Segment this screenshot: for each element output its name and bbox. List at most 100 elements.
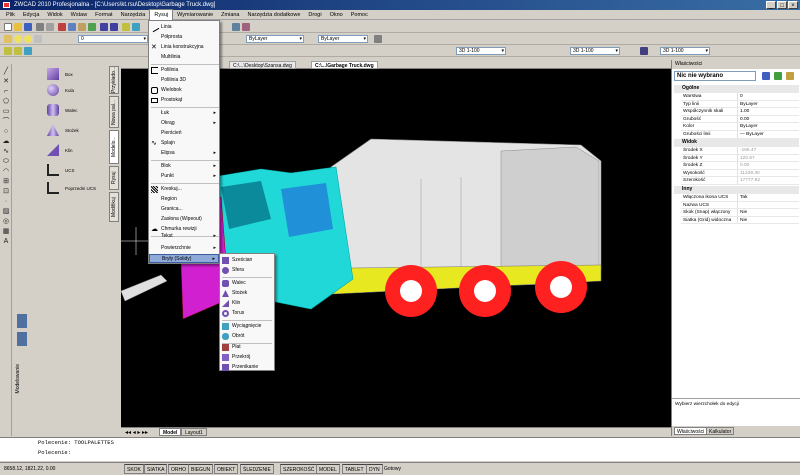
view-front-icon[interactable]	[14, 47, 22, 55]
menu-item-circle[interactable]: Okrąg ▸	[149, 119, 219, 128]
construction-line-icon[interactable]: ✕	[2, 78, 10, 86]
prop-row[interactable]: Wysokość 11239.30	[681, 169, 799, 178]
scale-combo-3[interactable]: 3D 1-100	[660, 47, 710, 55]
mtext-icon[interactable]: A	[2, 238, 10, 246]
menu-item-ray[interactable]: Półprosta	[149, 33, 219, 42]
quick-select-icon[interactable]	[762, 72, 770, 80]
menu-edit[interactable]: Edycja	[19, 10, 44, 20]
dyn-toggle[interactable]: DYN	[366, 464, 383, 474]
menu-item-wedge[interactable]: Klin	[220, 299, 274, 308]
menu-item-hatch[interactable]: Kreskuj...	[149, 185, 219, 194]
polyline-icon[interactable]: ⌐	[2, 88, 10, 96]
menu-item-section[interactable]: Przekrój	[220, 353, 274, 362]
zoom-icon[interactable]	[132, 23, 140, 31]
menu-item-wipeout[interactable]: Zasłona (Wipeout)	[149, 215, 219, 224]
menu-extra-tools[interactable]: Narzędzia dodatkowe	[244, 10, 305, 20]
make-block-icon[interactable]: ⊡	[2, 188, 10, 196]
palette-item-wedge[interactable]: Klin	[47, 144, 73, 156]
ortho-toggle[interactable]: ORHO	[168, 464, 189, 474]
insert-block-icon[interactable]: ⊞	[2, 178, 10, 186]
polygon-icon[interactable]: ⬠	[2, 98, 10, 106]
prop-row[interactable]: Nazwa UCS	[681, 201, 799, 210]
tab-calculator[interactable]: Kalkulator	[706, 427, 735, 435]
prop-row[interactable]: Środek Y 120.67	[681, 154, 799, 163]
layer-freeze-icon[interactable]	[24, 35, 32, 43]
palette-item-previous-ucs[interactable]: Poprzedni UCS	[47, 182, 96, 194]
menu-item-point[interactable]: Punkt ▸	[149, 172, 219, 181]
prop-row[interactable]: Współczynnik skali 1.00	[681, 108, 799, 116]
hatch-icon[interactable]: ▨	[2, 208, 10, 216]
prop-row[interactable]: Siatka (Grid) widoczna Nie	[681, 216, 799, 225]
pickadd-icon[interactable]	[786, 72, 794, 80]
menu-item-polygon[interactable]: Wielobok	[149, 86, 219, 95]
circle-icon[interactable]: ○	[2, 128, 10, 136]
scale-combo-1[interactable]: 3D 1-100	[456, 47, 506, 55]
copy-icon[interactable]	[68, 23, 76, 31]
ellipse-icon[interactable]: ⬭	[2, 158, 10, 166]
menu-view[interactable]: Widok	[43, 10, 66, 20]
snap-toggle[interactable]: SKOK	[124, 464, 144, 474]
prop-row[interactable]: Kolor ByLayer	[681, 123, 799, 131]
prop-row[interactable]: Skok (Snap) włączony Nie	[681, 209, 799, 217]
menu-item-rectangle[interactable]: Prostokąt	[149, 96, 219, 105]
region-icon[interactable]: ◎	[2, 218, 10, 226]
print-icon[interactable]	[36, 23, 44, 31]
tab-nav-arrows[interactable]: ◂◂ ◂ ▸ ▸▸	[125, 429, 148, 436]
layer-combo[interactable]: 0	[78, 35, 148, 43]
palette-item-ucs[interactable]: UCS	[47, 164, 75, 176]
prop-row[interactable]: Środek X -165.47	[681, 147, 799, 155]
palette-tab-examples[interactable]: Przykłado...	[109, 66, 119, 94]
layer-on-icon[interactable]	[14, 35, 22, 43]
menu-item-region[interactable]: Region	[149, 195, 219, 204]
menu-item-interference[interactable]: Przenikanie	[220, 363, 274, 371]
cut-icon[interactable]	[58, 23, 66, 31]
orbit-icon[interactable]	[24, 47, 32, 55]
linetype-combo[interactable]: ByLayer	[246, 35, 304, 43]
selection-combo[interactable]: Nic nie wybrano	[674, 71, 756, 81]
menu-item-mline[interactable]: Multilinia	[149, 53, 219, 62]
prop-row[interactable]: Włączona ikona UCS Tak	[681, 194, 799, 202]
menu-item-slice[interactable]: Płat	[220, 343, 274, 352]
category-view[interactable]: Widok	[674, 139, 799, 147]
menu-item-3dpoly[interactable]: Polilinia 3D	[149, 76, 219, 85]
menu-help[interactable]: Pomoc	[347, 10, 372, 20]
menu-file[interactable]: Plik	[2, 10, 19, 20]
command-line[interactable]: Polecenie: TOOLPALETTES Polecenie:	[0, 437, 800, 461]
menu-modify[interactable]: Zmiana	[217, 10, 243, 20]
rectangle-icon[interactable]: ▭	[2, 108, 10, 116]
lineweight-toggle[interactable]: SZEROKOŚĆ	[280, 464, 318, 474]
menu-window[interactable]: Okno	[326, 10, 347, 20]
menu-draw[interactable]: Rysuj	[149, 8, 174, 21]
menu-roads[interactable]: Drogi	[304, 10, 325, 20]
menu-item-cone[interactable]: Stożek	[220, 289, 274, 298]
spline-icon[interactable]: ∿	[2, 148, 10, 156]
menu-item-boundary[interactable]: Granica...	[149, 205, 219, 214]
menu-item-spline[interactable]: ∿ Splajn	[149, 139, 219, 148]
polar-toggle[interactable]: BIEGUN	[188, 464, 214, 474]
prop-row[interactable]: Warstwa 0	[681, 93, 799, 101]
menu-format[interactable]: Format	[91, 10, 116, 20]
view-top-icon[interactable]	[4, 47, 12, 55]
menu-item-solids[interactable]: Bryły (Solidy) ▸	[149, 254, 219, 263]
palette-item-cylinder[interactable]: Walec	[47, 104, 77, 116]
prop-row[interactable]: Szerokość 17777.92	[681, 177, 799, 185]
prop-row[interactable]: Typ linii ByLayer	[681, 100, 799, 109]
save-icon[interactable]	[24, 23, 32, 31]
line-icon[interactable]: ╱	[2, 68, 10, 76]
annotation-scale-icon[interactable]	[640, 47, 648, 55]
palette-tab-modeling[interactable]: Modelo...	[109, 130, 119, 164]
menu-item-arc[interactable]: Łuk ▸	[149, 109, 219, 118]
menu-item-donut[interactable]: Pierścień	[149, 129, 219, 138]
point-icon[interactable]: ·	[2, 198, 10, 206]
grid-toggle[interactable]: SIATKA	[144, 464, 168, 474]
pan-icon[interactable]	[122, 23, 130, 31]
menu-item-revolve[interactable]: Obrót	[220, 332, 274, 341]
open-icon[interactable]	[14, 23, 22, 31]
revision-cloud-icon[interactable]: ☁	[2, 138, 10, 146]
palette-options-icon[interactable]	[17, 332, 27, 346]
prop-row[interactable]: Grubości linii — ByLayer	[681, 131, 799, 139]
menu-item-sphere[interactable]: Sfera	[220, 266, 274, 275]
paste-icon[interactable]	[78, 23, 86, 31]
doc-tab-garbage-truck[interactable]: C:\...\Garbage Truck.dwg	[311, 61, 378, 69]
doc-tab-szansa[interactable]: C:\...\Desktop\Szansa.dwg	[229, 61, 296, 69]
